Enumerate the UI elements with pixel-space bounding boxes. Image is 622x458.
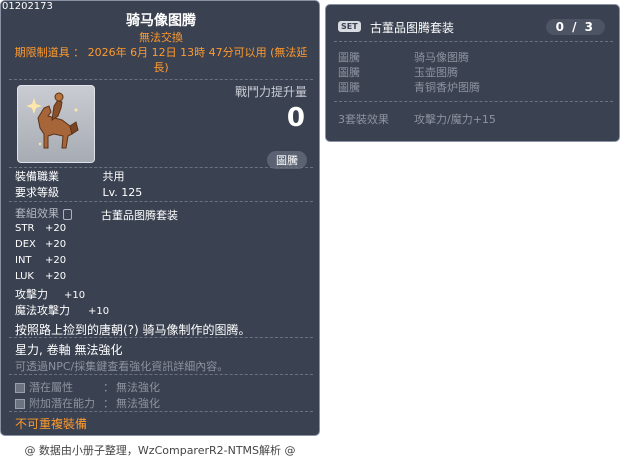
stat-row: LUK +20 [15, 271, 66, 282]
stat-value: +20 [45, 271, 67, 282]
stat-label: INT [15, 255, 32, 266]
stat-value: +10 [88, 306, 110, 317]
untradable-label: 無法交換 [139, 31, 183, 44]
divider [9, 337, 313, 338]
stat-value: +10 [64, 290, 86, 301]
stat-label: 魔法攻擊力 [15, 304, 70, 317]
combat-power-label: 戰鬥力提升量 [234, 85, 307, 99]
stat-row: DEX +20 [15, 239, 66, 250]
divider [9, 79, 313, 80]
footer-credit: @ 数据由小册子整理，WzComparerR2-NTMS解析 @ [24, 444, 296, 457]
set-bonus-value: 攻擊力/魔力+15 [414, 113, 496, 126]
set-title: 古董品图腾套装 [370, 21, 455, 35]
potential-label: 附加潛在能力 [29, 397, 95, 410]
set-item-row: 圖騰 骑马像图腾 [338, 49, 469, 65]
requirement-value: 共用 [102, 170, 125, 183]
potential-value: 無法強化 [116, 397, 160, 410]
item-icon-frame [17, 85, 95, 163]
set-item-type: 圖騰 [338, 81, 360, 94]
stat-value: +20 [45, 223, 67, 234]
combat-power-value: 0 [286, 103, 305, 133]
potential-label: 潛在屬性 [29, 381, 73, 394]
requirement-label: 裝備職業 [15, 170, 59, 183]
set-tag: SET [338, 21, 361, 32]
stat-label: 攻擊力 [15, 288, 48, 301]
divider [334, 101, 613, 102]
divider [9, 374, 313, 375]
requirement-label: 要求等級 [15, 186, 59, 199]
item-description: 按照路上捡到的唐朝(?) 骑马像制作的图腾。 [15, 323, 251, 337]
set-item-type: 圖騰 [338, 51, 360, 64]
set-item-name: 骑马像图腾 [414, 51, 469, 64]
stat-label: DEX [15, 239, 36, 250]
set-effect-name: 古董品图腾套装 [101, 209, 178, 222]
set-tooltip: SET 古董品图腾套装 0 / 3 圖騰 骑马像图腾 圖騰 玉壶图腾 圖騰 青铜香炉图… [325, 4, 620, 142]
set-effect-label: 套組效果 [15, 207, 59, 220]
item-name: 骑马像图腾 [126, 13, 196, 29]
no-duplicate-warning: 不可重複裝備 [15, 417, 88, 431]
set-item-row: 圖騰 青铜香炉图腾 [338, 79, 480, 95]
item-tooltip: 01202173 骑马像图腾 無法交換 期限制道具 ： 2026年 6月 12日… [0, 0, 320, 436]
stat-row: STR +20 [15, 223, 66, 234]
stat-value: +20 [45, 239, 67, 250]
divider [334, 41, 613, 42]
expiry-text: 期限制道具 ： 2026年 6月 12日 13時 47分可以用 (無法延長) [14, 46, 308, 74]
stat-label: STR [15, 223, 35, 234]
enhance-info: 星力, 卷軸 無法強化 [15, 343, 123, 357]
stat-row: INT +20 [15, 255, 66, 266]
stat-row: 魔法攻擊力 +10 [15, 302, 109, 318]
stat-row: 攻擊力 +10 [15, 286, 85, 302]
set-item-name: 青铜香炉图腾 [414, 81, 480, 94]
set-item-name: 玉壶图腾 [414, 66, 458, 79]
set-item-row: 圖騰 玉壶图腾 [338, 64, 458, 80]
set-bonus-row: 3套裝效果 攻擊力/魔力+15 [338, 111, 496, 127]
enhance-hint: 可透過NPC/採集鍵查看強化資訊詳細內容。 [15, 360, 229, 373]
lock-icon [63, 208, 72, 220]
divider [9, 411, 313, 412]
set-count: 0 / 3 [545, 19, 605, 35]
potential-slot-icon [15, 383, 25, 393]
potential-row: 附加潛在能力：無法強化 [15, 395, 160, 411]
horse-statue-icon [26, 92, 79, 149]
set-item-type: 圖騰 [338, 66, 360, 79]
divider [9, 201, 313, 202]
stat-label: LUK [15, 271, 34, 282]
set-bonus-label: 3套裝效果 [338, 113, 389, 126]
set-effect-row: 套組效果 [15, 205, 72, 221]
potential-slot-icon [15, 399, 25, 409]
potential-value: 無法強化 [116, 381, 160, 394]
requirement-value: Lv. 125 [102, 186, 143, 199]
stat-value: +20 [45, 255, 67, 266]
requirement-row: 裝備職業 共用 [15, 168, 125, 184]
requirement-row: 要求等級 Lv. 125 [15, 184, 142, 200]
potential-row: 潛在屬性：無法強化 [15, 379, 160, 395]
